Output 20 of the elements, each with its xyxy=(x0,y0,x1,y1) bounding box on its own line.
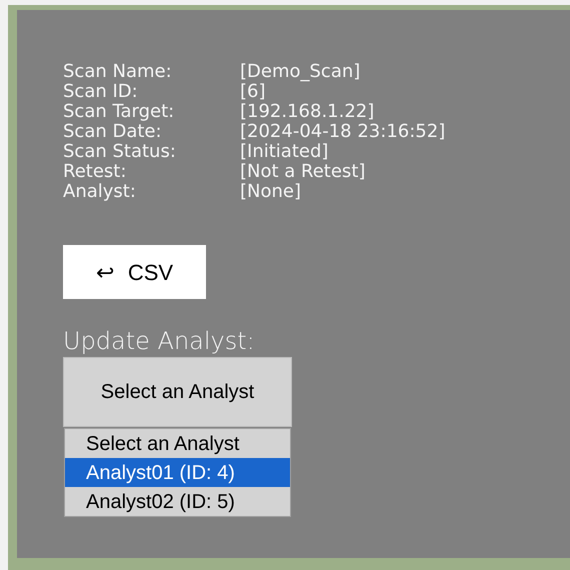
field-value: [Initiated] xyxy=(240,142,328,162)
field-value: [192.168.1.22] xyxy=(240,102,374,122)
field-label: Scan ID: xyxy=(63,82,139,102)
field-value: [None] xyxy=(240,182,302,202)
analyst-option[interactable]: Analyst02 (ID: 5) xyxy=(65,487,290,516)
field-value: [Not a Retest] xyxy=(240,162,366,182)
field-value: [2024-04-18 23:16:52] xyxy=(240,122,446,142)
csv-button[interactable]: ↩ CSV xyxy=(63,245,206,299)
field-label: Scan Target: xyxy=(63,102,176,122)
field-label: Scan Date: xyxy=(63,122,163,142)
field-value: [Demo_Scan] xyxy=(240,62,360,82)
field-value: [6] xyxy=(240,82,266,102)
section-heading: Update Analyst: xyxy=(63,326,255,357)
analyst-option[interactable]: Select an Analyst xyxy=(65,429,290,458)
field-label: Analyst: xyxy=(63,182,137,202)
analyst-option[interactable]: Analyst01 (ID: 4) xyxy=(65,458,290,487)
field-label: Scan Status: xyxy=(63,142,177,162)
field-label: Scan Name: xyxy=(63,62,173,82)
analyst-select[interactable]: Select an Analyst xyxy=(63,357,292,427)
field-label: Retest: xyxy=(63,162,128,182)
